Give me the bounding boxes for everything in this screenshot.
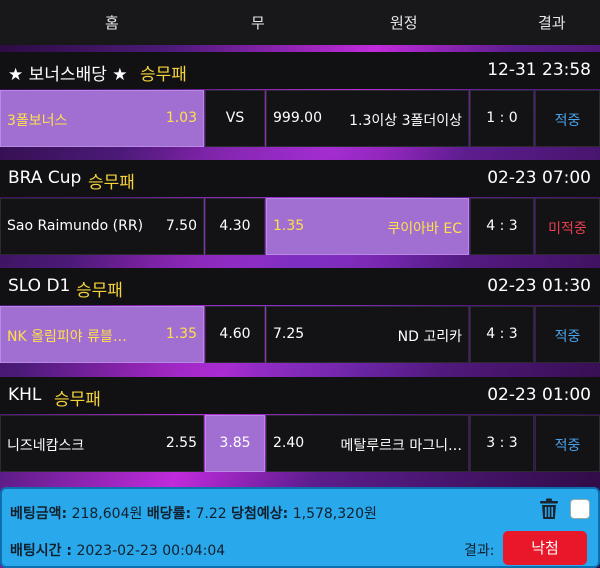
score-cell: 1 : 0 [470, 90, 534, 147]
score-cell: 4 : 3 [470, 198, 534, 255]
bet-time: 2023-02-23 00:04:04 [76, 543, 226, 559]
league-bar: KHL 승무패 02-23 01:00 [0, 377, 600, 414]
score: 4 : 3 [486, 326, 518, 342]
bet-type: 승무패 [76, 281, 123, 301]
score: 3 : 3 [486, 435, 518, 451]
score: 4 : 3 [486, 218, 518, 234]
home-odds: 7.50 [165, 218, 197, 234]
select-checkbox[interactable] [570, 499, 590, 519]
away-team: 쿠이아바 EC [387, 221, 462, 237]
home-team: Sao Raimundo (RR) [7, 218, 144, 234]
header-home: 홈 [105, 14, 119, 32]
home-team: 3폴보너스 [7, 113, 68, 129]
score-cell: 4 : 3 [470, 306, 534, 363]
result-cell: 적중 [535, 90, 600, 147]
league-name: KHL [8, 385, 42, 405]
home-odds: 1.03 [165, 110, 197, 126]
home-team: NK 올림피야 류블… [7, 329, 127, 345]
result-status: 미적중 [548, 221, 587, 237]
bet-type: 승무패 [88, 173, 135, 193]
away-cell[interactable]: 1.35 쿠이아바 EC [266, 198, 469, 255]
home-cell[interactable]: 니즈네캄스크 2.55 [0, 415, 204, 472]
home-cell[interactable]: Sao Raimundo (RR) 7.50 [0, 198, 204, 255]
result-cell: 미적중 [535, 198, 600, 255]
draw-odds: VS [225, 110, 245, 126]
match-time: 02-23 07:00 [487, 168, 591, 188]
result-status: 적중 [554, 113, 581, 129]
result-status: 적중 [554, 438, 581, 454]
league-bar: ★ 보너스배당 ★ 승무패 12-31 23:58 [0, 52, 600, 89]
away-team: ND 고리카 [397, 329, 462, 345]
home-team: 니즈네캄스크 [7, 438, 85, 454]
away-team: 메탈루르크 마그니… [340, 438, 463, 454]
draw-odds: 4.30 [219, 218, 251, 234]
result-label: 결과: [464, 543, 495, 559]
league-bar: SLO D1 승무패 02-23 01:30 [0, 268, 600, 305]
away-team: 1.3이상 3폴더이상 [349, 113, 462, 129]
lose-status-button[interactable]: 낙첨 [503, 531, 587, 565]
away-cell[interactable]: 7.25 ND 고리카 [266, 306, 469, 363]
draw-odds: 4.60 [219, 326, 251, 342]
bet-time-line: 배팅시간 : 2023-02-23 00:04:04 [10, 540, 225, 560]
away-odds: 999.00 [273, 110, 322, 126]
total-odds: 7.22 [195, 506, 227, 522]
league-bar: BRA Cup 승무패 02-23 07:00 [0, 160, 600, 197]
match-time: 02-23 01:00 [487, 385, 591, 405]
bet-time-label: 배팅시간 : [10, 543, 72, 559]
match-time: 12-31 23:58 [487, 60, 591, 80]
draw-cell[interactable]: 3.85 [205, 415, 265, 472]
match-row: Sao Raimundo (RR) 7.50 4.30 1.35 쿠이아바 EC… [0, 198, 600, 255]
score-cell: 3 : 3 [470, 415, 534, 472]
away-odds: 2.40 [273, 435, 305, 451]
result-status: 적중 [554, 329, 581, 345]
league-name: BRA Cup [8, 168, 82, 188]
draw-odds: 3.85 [219, 435, 251, 451]
header-result: 결과 [538, 14, 566, 32]
bet-amount-label: 베팅금액: [10, 506, 68, 522]
bet-type: 승무패 [54, 390, 101, 410]
match-row: 니즈네캄스크 2.55 3.85 2.40 메탈루르크 마그니… 3 : 3 적… [0, 415, 600, 472]
score: 1 : 0 [486, 110, 518, 126]
match-row: NK 올림피야 류블… 1.35 4.60 7.25 ND 고리카 4 : 3 … [0, 306, 600, 363]
away-odds: 1.35 [273, 218, 305, 234]
bet-amount: 218,604원 [71, 506, 143, 522]
column-header: 홈 무 원정 결과 [0, 0, 600, 45]
header-draw: 무 [251, 14, 265, 32]
home-odds: 1.35 [165, 326, 197, 342]
away-cell[interactable]: 999.00 1.3이상 3폴더이상 [266, 90, 469, 147]
trash-icon[interactable] [539, 498, 559, 520]
match-time: 02-23 01:30 [487, 276, 591, 296]
expected-label: 당첨예상: [231, 506, 289, 522]
bet-type: 승무패 [140, 65, 187, 85]
bet-summary: 베팅금액: 218,604원 배당률: 7.22 당첨예상: 1,578,320… [0, 487, 600, 568]
draw-cell[interactable]: 4.30 [205, 198, 265, 255]
away-odds: 7.25 [273, 326, 305, 342]
draw-cell[interactable]: VS [205, 90, 265, 147]
header-away: 원정 [390, 14, 418, 32]
expected-win: 1,578,320원 [292, 506, 377, 522]
result-cell: 적중 [535, 306, 600, 363]
result-cell: 적중 [535, 415, 600, 472]
away-cell[interactable]: 2.40 메탈루르크 마그니… [266, 415, 469, 472]
match-row: 3폴보너스 1.03 VS 999.00 1.3이상 3폴더이상 1 : 0 적… [0, 90, 600, 147]
odds-label: 배당률: [146, 506, 192, 522]
home-odds: 2.55 [165, 435, 197, 451]
bet-summary-line: 베팅금액: 218,604원 배당률: 7.22 당첨예상: 1,578,320… [10, 503, 377, 523]
draw-cell[interactable]: 4.60 [205, 306, 265, 363]
league-name: ★ 보너스배당 ★ [8, 65, 128, 85]
home-cell[interactable]: NK 올림피야 류블… 1.35 [0, 306, 204, 363]
league-name: SLO D1 [8, 276, 71, 296]
home-cell[interactable]: 3폴보너스 1.03 [0, 90, 204, 147]
